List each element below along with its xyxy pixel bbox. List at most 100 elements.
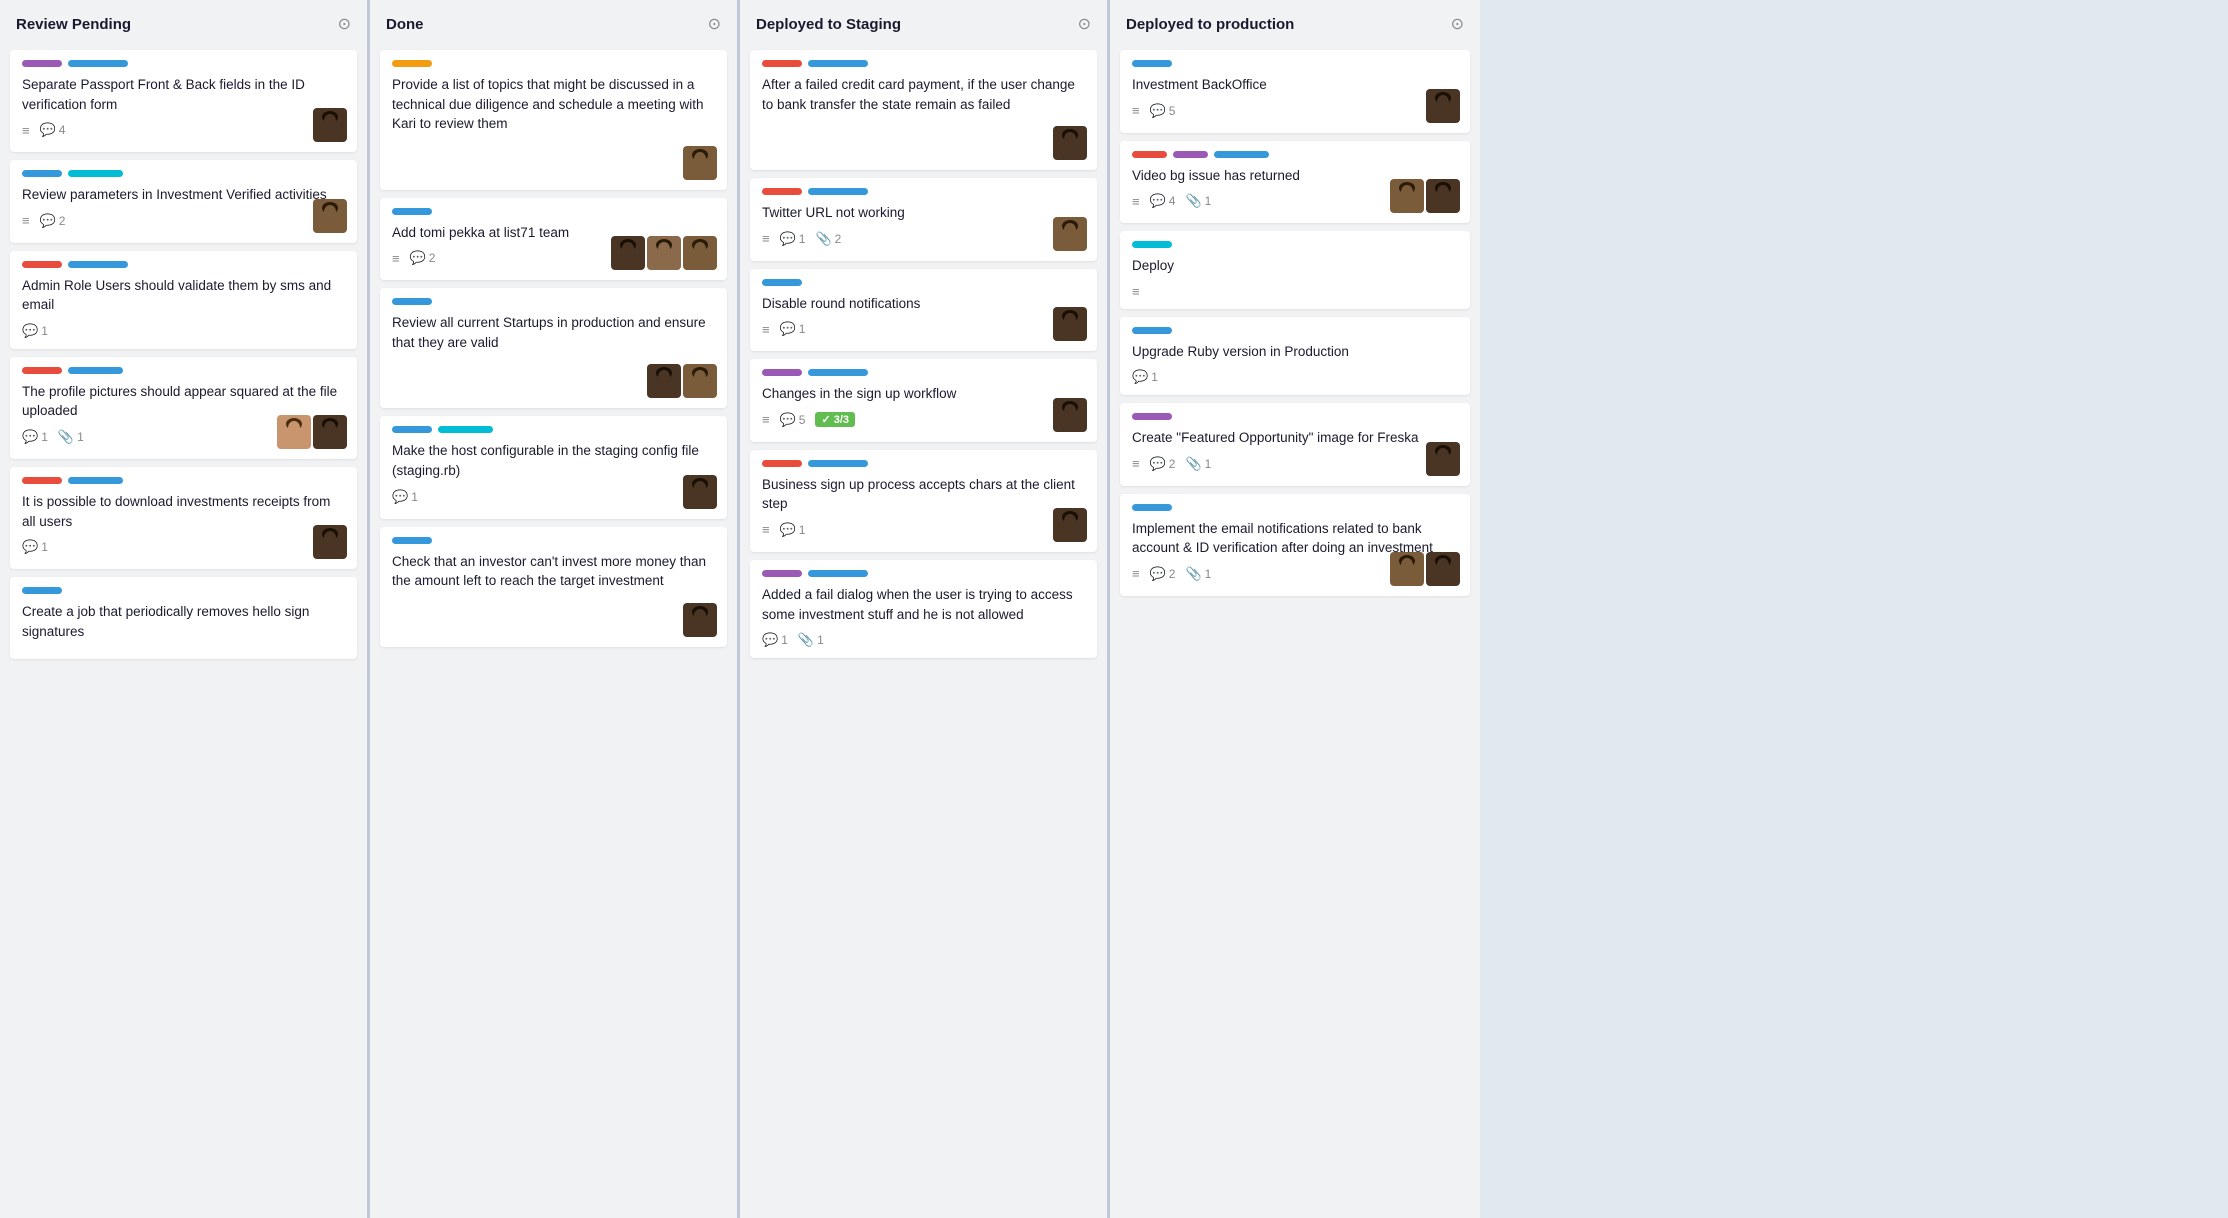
meta-item-comment: 💬1 xyxy=(780,522,806,538)
card-card-7[interactable]: Provide a list of topics that might be d… xyxy=(380,50,727,190)
card-title: Business sign up process accepts chars a… xyxy=(762,475,1085,514)
list-icon: ≡ xyxy=(22,213,30,228)
card-tag xyxy=(762,279,802,286)
card-card-2[interactable]: Review parameters in Investment Verified… xyxy=(10,160,357,243)
attach-icon: 📎 xyxy=(58,429,74,445)
avatar xyxy=(1053,217,1087,251)
card-avatars xyxy=(1426,442,1460,476)
comment-icon: 💬 xyxy=(1150,193,1166,209)
card-card-3[interactable]: Admin Role Users should validate them by… xyxy=(10,251,357,349)
card-card-18[interactable]: Investment BackOffice≡💬5 xyxy=(1120,50,1470,133)
card-tag xyxy=(68,60,128,67)
column-menu-icon[interactable]: ⊙ xyxy=(708,14,721,34)
card-card-11[interactable]: Check that an investor can't invest more… xyxy=(380,527,727,647)
card-tag xyxy=(762,460,802,467)
meta-value: 1 xyxy=(1205,567,1212,581)
list-icon: ≡ xyxy=(1132,103,1140,118)
column-menu-icon[interactable]: ⊙ xyxy=(1451,14,1464,34)
card-card-4[interactable]: The profile pictures should appear squar… xyxy=(10,357,357,459)
card-card-9[interactable]: Review all current Startups in productio… xyxy=(380,288,727,408)
meta-item-comment: 💬1 xyxy=(762,632,788,648)
card-tags xyxy=(1132,413,1458,420)
avatar xyxy=(683,364,717,398)
card-card-8[interactable]: Add tomi pekka at list71 team≡💬2 xyxy=(380,198,727,281)
meta-item-list: ≡ xyxy=(392,251,400,266)
column-review-pending: Review Pending ⊙ Separate Passport Front &… xyxy=(0,0,370,1218)
card-card-5[interactable]: It is possible to download investments r… xyxy=(10,467,357,569)
comment-icon: 💬 xyxy=(392,489,408,505)
avatar xyxy=(277,415,311,449)
card-card-19[interactable]: Video bg issue has returned≡💬4📎1 xyxy=(1120,141,1470,224)
card-card-17[interactable]: Added a fail dialog when the user is try… xyxy=(750,560,1097,658)
card-card-21[interactable]: Upgrade Ruby version in Production💬1 xyxy=(1120,317,1470,396)
avatar xyxy=(1390,179,1424,213)
card-card-15[interactable]: Changes in the sign up workflow ≡💬5✓ 3/3 xyxy=(750,359,1097,442)
meta-item-comment: 💬4 xyxy=(1150,193,1176,209)
card-tag xyxy=(1132,241,1172,248)
attach-icon: 📎 xyxy=(1185,193,1201,209)
meta-item-list: ≡ xyxy=(762,322,770,337)
card-tag xyxy=(762,188,802,195)
card-card-13[interactable]: Twitter URL not working≡💬1📎2 xyxy=(750,178,1097,261)
comment-icon: 💬 xyxy=(22,429,38,445)
avatar xyxy=(1426,552,1460,586)
card-avatars xyxy=(1426,89,1460,123)
card-tags xyxy=(22,477,345,484)
card-avatars xyxy=(313,199,347,233)
card-title: Changes in the sign up workflow xyxy=(762,384,1085,404)
comment-icon: 💬 xyxy=(1150,566,1166,582)
meta-item-comment: 💬2 xyxy=(40,213,66,229)
card-title: Create a job that periodically removes h… xyxy=(22,602,345,641)
column-menu-icon[interactable]: ⊙ xyxy=(338,14,351,34)
card-tags xyxy=(762,369,1085,376)
avatar xyxy=(1426,89,1460,123)
card-tag xyxy=(392,298,432,305)
card-card-20[interactable]: Deploy≡ xyxy=(1120,231,1470,309)
avatar xyxy=(647,236,681,270)
list-icon: ≡ xyxy=(1132,284,1140,299)
card-meta: ≡💬5✓ 3/3 xyxy=(762,412,1085,428)
card-avatars xyxy=(611,236,717,270)
card-avatars xyxy=(1053,126,1087,160)
card-tag xyxy=(68,477,123,484)
meta-value: 2 xyxy=(835,232,842,246)
card-meta: ≡💬1 xyxy=(762,321,1085,337)
card-tag xyxy=(1173,151,1208,158)
card-card-6[interactable]: Create a job that periodically removes h… xyxy=(10,577,357,659)
card-card-14[interactable]: Disable round notifications ≡💬1 xyxy=(750,269,1097,352)
comment-icon: 💬 xyxy=(410,250,426,266)
card-tag xyxy=(22,477,62,484)
meta-item-list: ≡ xyxy=(1132,194,1140,209)
meta-item-list: ≡ xyxy=(1132,103,1140,118)
column-body: Investment BackOffice≡💬5 Video bg issue … xyxy=(1110,44,1480,602)
card-card-10[interactable]: Make the host configurable in the stagin… xyxy=(380,416,727,518)
comment-icon: 💬 xyxy=(1132,369,1148,385)
column-header: Deployed to Staging ⊙ xyxy=(740,0,1107,44)
card-meta: ≡💬5 xyxy=(1132,103,1458,119)
card-tags xyxy=(1132,327,1458,334)
card-card-23[interactable]: Implement the email notifications relate… xyxy=(1120,494,1470,596)
meta-item-attach: 📎2 xyxy=(815,231,841,247)
card-card-22[interactable]: Create "Featured Opportunity" image for … xyxy=(1120,403,1470,486)
card-meta: ≡💬1 xyxy=(762,522,1085,538)
column-title: Deployed to Staging xyxy=(756,16,901,33)
card-tag xyxy=(808,460,868,467)
card-title: Disable round notifications xyxy=(762,294,1085,314)
column-title: Review Pending xyxy=(16,16,131,33)
meta-item-comment: 💬1 xyxy=(22,429,48,445)
card-tags xyxy=(22,60,345,67)
card-card-12[interactable]: After a failed credit card payment, if t… xyxy=(750,50,1097,170)
card-card-1[interactable]: Separate Passport Front & Back fields in… xyxy=(10,50,357,152)
avatar xyxy=(1426,442,1460,476)
attach-icon: 📎 xyxy=(798,632,814,648)
card-meta: 💬1 xyxy=(22,539,345,555)
column-menu-icon[interactable]: ⊙ xyxy=(1078,14,1091,34)
card-title: It is possible to download investments r… xyxy=(22,492,345,531)
card-card-16[interactable]: Business sign up process accepts chars a… xyxy=(750,450,1097,552)
card-title: Provide a list of topics that might be d… xyxy=(392,75,715,134)
card-avatars xyxy=(683,475,717,509)
card-tag xyxy=(808,188,868,195)
card-avatars xyxy=(683,146,717,180)
card-tag xyxy=(68,367,123,374)
list-icon: ≡ xyxy=(392,251,400,266)
